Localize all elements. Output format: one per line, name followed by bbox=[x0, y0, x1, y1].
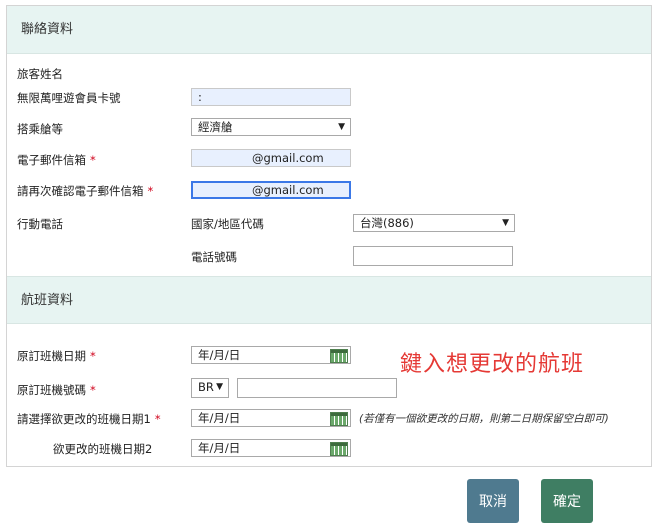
calendar-icon[interactable] bbox=[330, 349, 348, 363]
email-label: 電子郵件信箱 * bbox=[17, 153, 96, 167]
orig-date-placeholder: 年/月/日 bbox=[198, 348, 241, 362]
passenger-name-label: 旅客姓名 bbox=[17, 67, 63, 81]
calendar-icon[interactable] bbox=[330, 442, 348, 456]
country-code-select[interactable]: 台灣(886) ▼ bbox=[353, 214, 515, 232]
contact-section-header: 聯絡資料 bbox=[7, 6, 651, 54]
required-mark: * bbox=[90, 153, 96, 167]
required-mark: * bbox=[90, 349, 96, 363]
new-date1-placeholder: 年/月/日 bbox=[198, 411, 241, 425]
calendar-icon[interactable] bbox=[330, 412, 348, 426]
country-code-value: 台灣(886) bbox=[360, 216, 414, 230]
flight-section-title: 航班資料 bbox=[21, 293, 74, 308]
phone-label: 電話號碼 bbox=[191, 250, 237, 264]
new-date2-placeholder: 年/月/日 bbox=[198, 441, 241, 455]
new-date1-input[interactable]: 年/月/日 bbox=[191, 409, 351, 427]
contact-section-title: 聯絡資料 bbox=[21, 22, 74, 37]
email-confirm-label: 請再次確認電子郵件信箱 * bbox=[17, 184, 154, 198]
country-code-label: 國家/地區代碼 bbox=[191, 217, 264, 231]
orig-flight-label: 原訂班機號碼 * bbox=[17, 383, 96, 397]
new-date1-note: (若僅有一個欲更改的日期，則第二日期保留空白即可) bbox=[359, 413, 609, 425]
cabin-select-value: 經濟艙 bbox=[198, 120, 233, 134]
dropdown-arrow-icon: ▼ bbox=[216, 382, 223, 392]
member-card-input[interactable]: : bbox=[191, 88, 351, 106]
confirm-button[interactable]: 確定 bbox=[541, 479, 593, 523]
form-panel: 聯絡資料 旅客姓名 無限萬哩遊會員卡號 : 搭乘艙等 經濟艙 ▼ 電子郵件信箱 *… bbox=[6, 5, 652, 467]
cabin-label: 搭乘艙等 bbox=[17, 122, 63, 136]
phone-input[interactable] bbox=[353, 246, 513, 266]
flight-number-input[interactable] bbox=[237, 378, 397, 398]
orig-date-input[interactable]: 年/月/日 bbox=[191, 346, 351, 364]
member-card-label: 無限萬哩遊會員卡號 bbox=[17, 91, 121, 105]
email-confirm-input[interactable]: @gmail.com bbox=[191, 181, 351, 199]
orig-date-label: 原訂班機日期 * bbox=[17, 349, 96, 363]
dropdown-arrow-icon: ▼ bbox=[338, 122, 345, 132]
cabin-select[interactable]: 經濟艙 ▼ bbox=[191, 118, 351, 136]
flight-section-header: 航班資料 bbox=[7, 276, 651, 324]
mobile-label: 行動電話 bbox=[17, 217, 63, 231]
cancel-button[interactable]: 取消 bbox=[467, 479, 519, 523]
new-date1-label: 請選擇欲更改的班機日期1 * bbox=[17, 412, 161, 426]
required-mark: * bbox=[90, 383, 96, 397]
required-mark: * bbox=[147, 184, 154, 198]
dropdown-arrow-icon: ▼ bbox=[502, 218, 509, 228]
airline-code-value: BR bbox=[198, 380, 214, 394]
required-mark: * bbox=[154, 412, 161, 426]
airline-code-select[interactable]: BR ▼ bbox=[191, 378, 229, 398]
new-date2-label: 欲更改的班機日期2 bbox=[53, 442, 153, 456]
email-input[interactable]: @gmail.com bbox=[191, 149, 351, 167]
new-date2-input[interactable]: 年/月/日 bbox=[191, 439, 351, 457]
annotation-text: 鍵入想更改的航班 bbox=[400, 352, 585, 377]
